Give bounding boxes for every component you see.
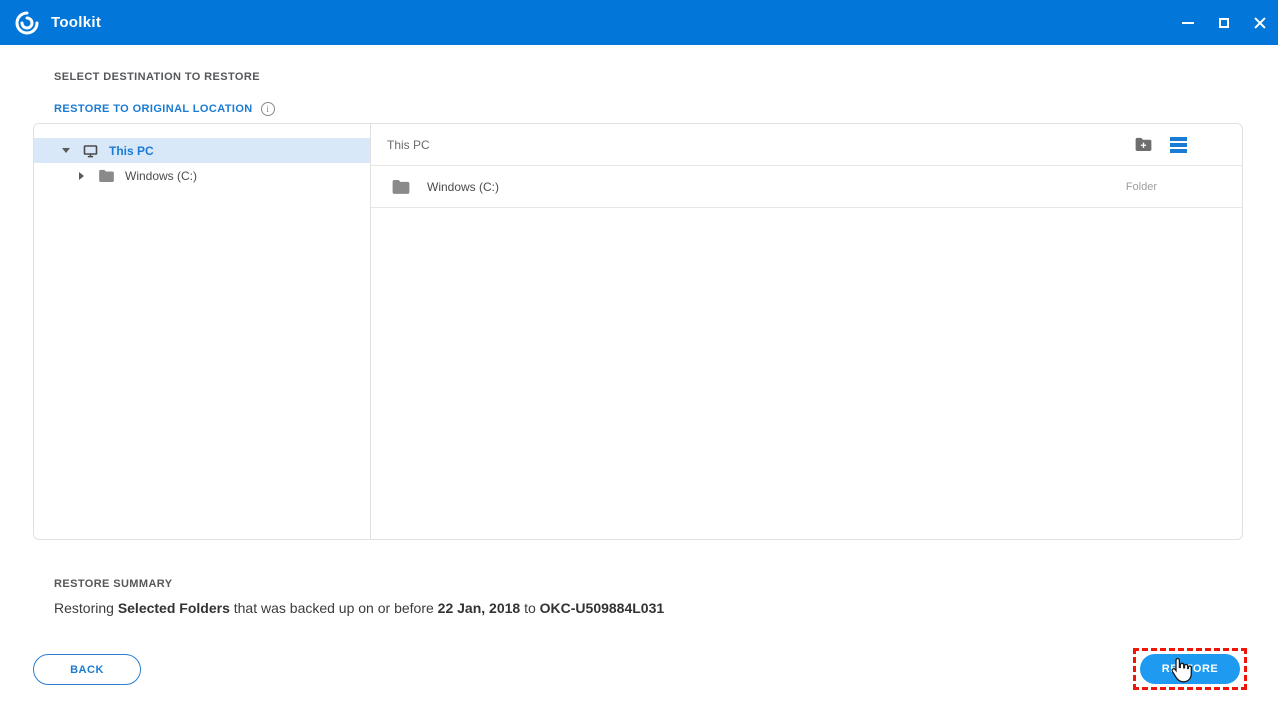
view-toolbar (1134, 136, 1220, 153)
caret-right-icon[interactable] (79, 171, 84, 180)
summary-heading: RESTORE SUMMARY (54, 578, 173, 590)
maximize-button[interactable] (1206, 0, 1242, 45)
current-location-label: This PC (387, 137, 430, 152)
window-controls (1170, 0, 1278, 45)
page-title: SELECT DESTINATION TO RESTORE (54, 71, 260, 83)
summary-subject: Selected Folders (117, 600, 230, 616)
list-view-button[interactable] (1170, 136, 1187, 153)
file-list-pane: This PC Windows (C:) Folder (371, 124, 1242, 539)
app-window: Toolkit SELECT DESTINATION TO RESTORE RE… (0, 0, 1278, 719)
tree-item-windows-c[interactable]: Windows (C:) (34, 163, 370, 188)
summary-middle: that was backed up on or before (229, 600, 438, 616)
minimize-button[interactable] (1170, 0, 1206, 45)
maximize-icon (1219, 17, 1229, 28)
restore-to-original-row: RESTORE TO ORIGINAL LOCATION (54, 102, 275, 116)
minimize-icon (1182, 21, 1194, 24)
titlebar: Toolkit (0, 0, 1278, 45)
file-type: Folder (1125, 180, 1157, 193)
tree-item-this-pc[interactable]: This PC (34, 138, 370, 163)
folder-icon (391, 179, 411, 195)
close-button[interactable] (1242, 0, 1278, 45)
seagate-swirl-icon (13, 9, 41, 37)
annotation-red-dashed-box: RESTORE (1133, 648, 1247, 690)
grid-view-button[interactable] (1204, 137, 1220, 153)
destination-picker-panel: This PC Windows (C:) This PC Windows (C:… (33, 123, 1243, 540)
monitor-icon (82, 143, 99, 159)
close-icon (1253, 16, 1267, 30)
file-row-windows-c[interactable]: Windows (C:) Folder (371, 166, 1242, 208)
summary-connector: to (520, 600, 540, 616)
folder-tree: This PC Windows (C:) (34, 124, 371, 539)
app-title: Toolkit (51, 14, 102, 31)
caret-down-icon[interactable] (62, 148, 70, 153)
summary-destination: OKC-U509884L031 (539, 600, 665, 616)
new-folder-button[interactable] (1134, 137, 1153, 152)
tree-item-label: This PC (109, 143, 154, 158)
info-icon[interactable] (260, 102, 275, 116)
restore-to-original-link[interactable]: RESTORE TO ORIGINAL LOCATION (54, 103, 253, 115)
tree-item-label: Windows (C:) (125, 168, 198, 183)
summary-text: Restoring Selected Folders that was back… (54, 600, 664, 616)
new-folder-icon (1135, 137, 1152, 151)
folder-icon (98, 169, 115, 183)
summary-prefix: Restoring (54, 600, 118, 616)
file-name: Windows (C:) (427, 179, 500, 194)
back-button[interactable]: BACK (33, 654, 141, 685)
file-list-header: This PC (371, 124, 1242, 166)
restore-button[interactable]: RESTORE (1140, 654, 1240, 684)
summary-date: 22 Jan, 2018 (437, 600, 521, 616)
